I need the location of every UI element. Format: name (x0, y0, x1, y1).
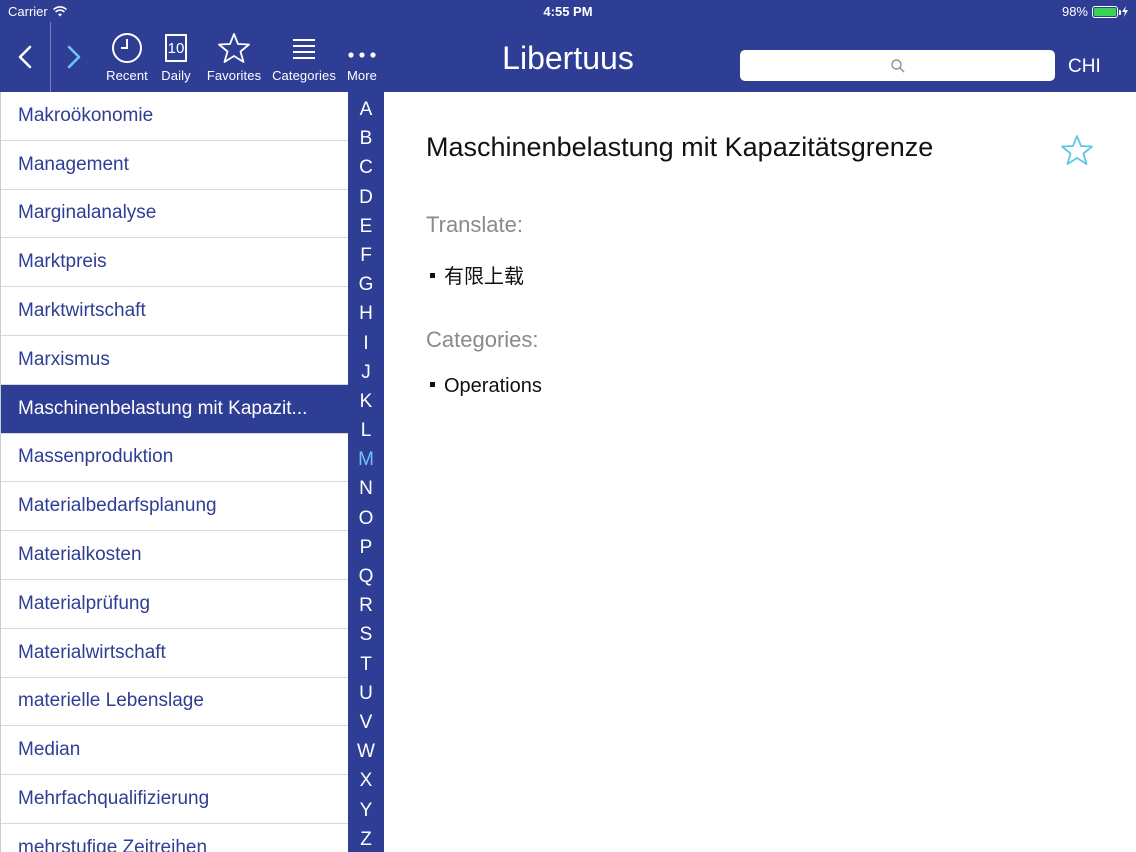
index-letter[interactable]: U (359, 679, 373, 708)
list-item[interactable]: Makroökonomie (1, 92, 348, 141)
favorite-toggle-button[interactable] (1060, 134, 1094, 171)
battery-icon (1092, 5, 1121, 18)
index-letter[interactable]: Y (360, 796, 373, 825)
more-label: More (346, 68, 378, 83)
search-field[interactable] (740, 50, 1055, 81)
star-icon (218, 33, 250, 63)
index-letter[interactable]: K (360, 387, 373, 416)
battery-indicator: 98% (1062, 4, 1128, 19)
index-letter[interactable]: M (358, 445, 374, 474)
list-item[interactable]: Median (1, 726, 348, 776)
index-letter[interactable]: L (361, 416, 372, 445)
forward-button[interactable] (57, 40, 91, 74)
status-bar: Carrier 4:55 PM 98% (0, 0, 1136, 22)
alphabet-index[interactable]: ABCDEFGHIJKLMNOPQRSTUVWXYZ (348, 92, 384, 852)
list-item[interactable]: mehrstufige Zeitreihen (1, 824, 348, 852)
charging-bolt-icon (1122, 6, 1128, 17)
index-letter[interactable]: I (363, 329, 368, 358)
list-item[interactable]: Materialkosten (1, 531, 348, 580)
index-letter[interactable]: C (359, 153, 373, 182)
list-item[interactable]: Mehrfachqualifizierung (1, 775, 348, 824)
star-icon (1061, 135, 1093, 165)
index-letter[interactable]: S (360, 620, 373, 649)
categories-button[interactable]: Categories (267, 32, 341, 88)
search-input[interactable] (740, 50, 1055, 81)
index-letter[interactable]: A (360, 95, 373, 124)
list-item[interactable]: Maschinenbelastung mit Kapazit... (1, 384, 348, 434)
index-letter[interactable]: O (359, 504, 374, 533)
translate-heading: Translate: (426, 212, 524, 237)
list-item[interactable]: Materialprüfung (1, 580, 348, 629)
list-item[interactable]: Materialbedarfsplanung (1, 482, 348, 532)
status-time: 4:55 PM (543, 4, 593, 19)
index-letter[interactable]: H (359, 299, 373, 328)
index-letter[interactable]: T (360, 650, 372, 679)
calendar-icon: 10 (165, 34, 187, 62)
list-item[interactable]: Marxismus (1, 336, 348, 385)
index-letter[interactable]: X (360, 766, 373, 795)
list-item[interactable]: Management (1, 141, 348, 190)
index-letter[interactable]: D (359, 183, 373, 212)
clock-icon (112, 33, 142, 63)
categories-heading: Categories: (426, 327, 539, 352)
battery-percent: 98% (1061, 4, 1088, 19)
more-button[interactable]: More (343, 32, 381, 88)
daily-button[interactable]: 10 Daily (158, 32, 194, 88)
translation-item: 有限上载 (430, 260, 524, 289)
list-icon (293, 39, 315, 59)
bullet-icon (430, 273, 435, 279)
daily-label: Daily (161, 68, 191, 83)
index-letter[interactable]: N (359, 474, 373, 503)
chevron-left-icon (18, 45, 32, 69)
language-button[interactable]: CHI (1068, 56, 1101, 78)
detail-pane: Maschinenbelastung mit Kapazitätsgrenze … (384, 92, 1136, 852)
index-letter[interactable]: W (357, 737, 375, 766)
more-dots-icon (348, 52, 376, 58)
list-item[interactable]: Marktpreis (1, 238, 348, 288)
favorites-label: Favorites (206, 68, 262, 83)
term-title: Maschinenbelastung mit Kapazitätsgrenze (426, 132, 934, 162)
index-letter[interactable]: B (360, 124, 373, 153)
recent-button[interactable]: Recent (102, 32, 152, 88)
list-item[interactable]: Materialwirtschaft (1, 629, 348, 678)
category-text: Operations (444, 375, 542, 397)
index-letter[interactable]: R (359, 591, 373, 620)
index-letter[interactable]: P (360, 533, 373, 562)
index-letter[interactable]: Z (360, 825, 372, 852)
word-list[interactable]: Makroökonomie Management Marginalanalyse Ma… (0, 92, 348, 852)
chevron-right-icon (67, 45, 81, 69)
index-letter[interactable]: V (360, 708, 373, 737)
daily-number: 10 (167, 39, 185, 57)
recent-label: Recent (106, 68, 148, 83)
bullet-icon (430, 382, 435, 388)
list-item[interactable]: Massenproduktion (1, 434, 348, 483)
app-title: Libertuus (502, 40, 634, 76)
categories-label: Categories (272, 68, 336, 83)
list-item[interactable]: Marktwirtschaft (1, 287, 348, 336)
list-item[interactable]: materielle Lebenslage (1, 678, 348, 727)
favorites-button[interactable]: Favorites (203, 32, 265, 88)
index-letter[interactable]: F (360, 241, 372, 270)
back-button[interactable] (8, 40, 42, 74)
index-letter[interactable]: G (359, 270, 374, 299)
category-item[interactable]: Operations (430, 375, 542, 398)
top-bar: Carrier 4:55 PM 98% Recent 10 Daily Favo… (0, 0, 1136, 92)
translation-text: 有限上载 (444, 266, 524, 288)
index-letter[interactable]: E (360, 212, 373, 241)
index-letter[interactable]: Q (359, 562, 374, 591)
list-item[interactable]: Marginalanalyse (1, 190, 348, 239)
nav-divider (50, 22, 51, 92)
index-letter[interactable]: J (361, 358, 371, 387)
